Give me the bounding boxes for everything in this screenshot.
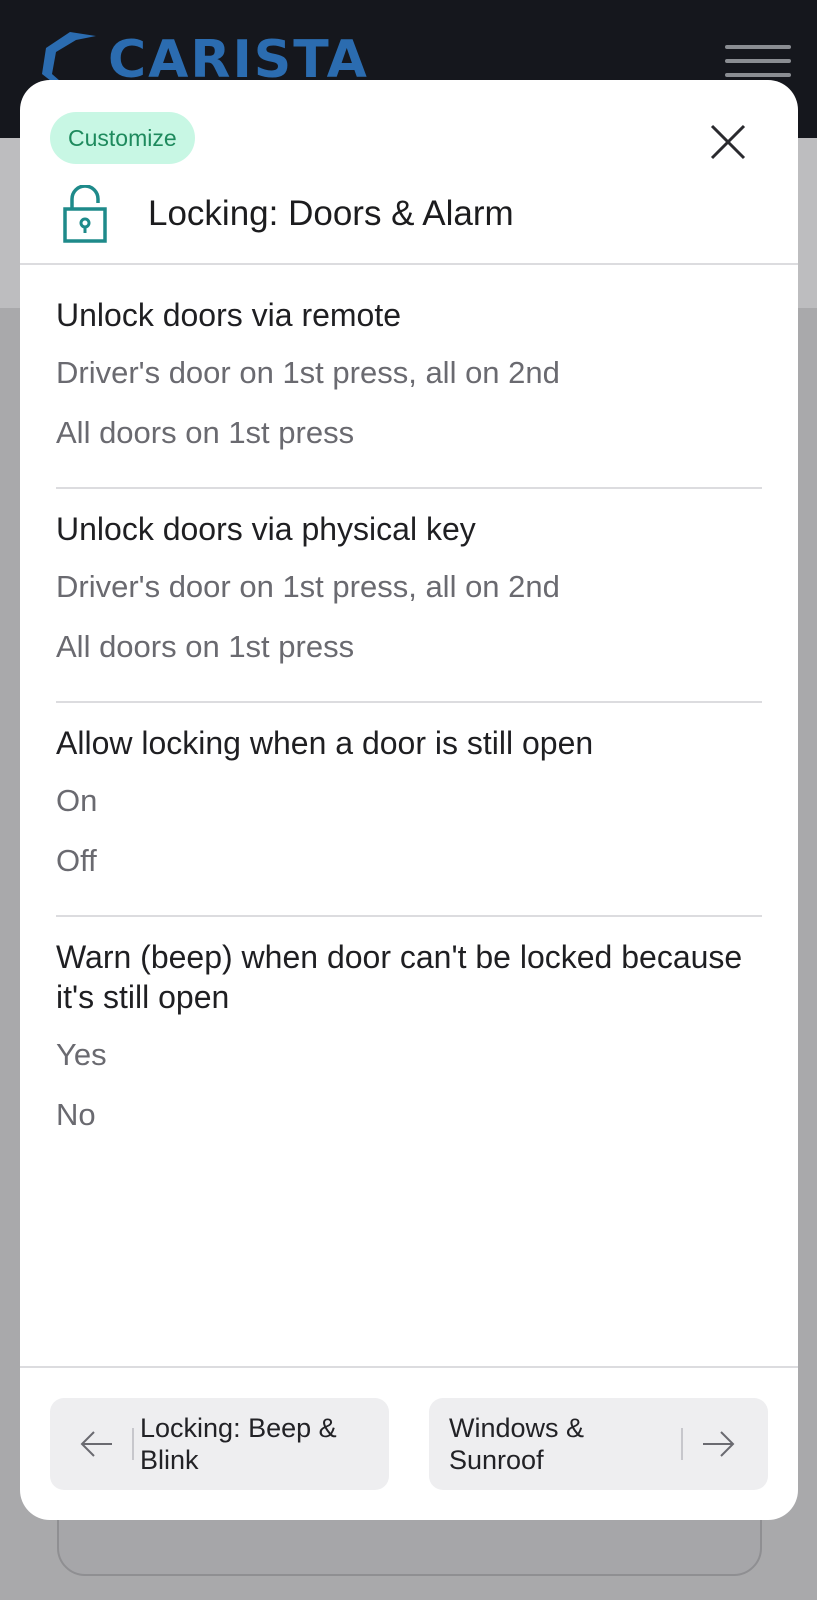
settings-list: Unlock doors via remote Driver's door on…	[20, 265, 798, 1169]
next-category-label: Windows & Sunroof	[449, 1413, 585, 1475]
divider	[681, 1428, 683, 1460]
setting-option[interactable]: All doors on 1st press	[56, 403, 762, 463]
setting-unlock-remote: Unlock doors via remote Driver's door on…	[56, 295, 762, 489]
setting-title: Allow locking when a door is still open	[56, 725, 594, 761]
arrow-right-icon	[703, 1431, 735, 1457]
arrow-left-icon	[80, 1431, 112, 1457]
setting-warn-beep: Warn (beep) when door can't be locked be…	[56, 937, 762, 1169]
setting-option[interactable]: Off	[56, 831, 762, 891]
settings-modal: Customize Locking: Doors & Alarm Unlock …	[20, 80, 798, 1520]
setting-option[interactable]: Driver's door on 1st press, all on 2nd	[56, 343, 762, 403]
setting-title: Unlock doors via physical key	[56, 511, 476, 547]
unlocked-padlock-icon	[62, 184, 108, 243]
setting-option[interactable]: Yes	[56, 1025, 762, 1085]
previous-category-label: Locking: Beep & Blink	[140, 1413, 337, 1475]
setting-option[interactable]: No	[56, 1085, 762, 1145]
previous-category-button[interactable]: Locking: Beep & Blink	[50, 1398, 389, 1490]
modal-footer: Locking: Beep & Blink Windows & Sunroof	[20, 1366, 798, 1520]
menu-icon[interactable]	[725, 45, 791, 77]
close-icon[interactable]	[708, 122, 748, 162]
setting-option[interactable]: All doors on 1st press	[56, 617, 762, 677]
setting-title: Unlock doors via remote	[56, 297, 402, 333]
next-category-button[interactable]: Windows & Sunroof	[429, 1398, 768, 1490]
setting-title: Warn (beep) when door can't be locked be…	[56, 939, 743, 1015]
divider	[132, 1428, 134, 1460]
modal-header: Customize Locking: Doors & Alarm	[20, 80, 798, 265]
setting-option[interactable]: Driver's door on 1st press, all on 2nd	[56, 557, 762, 617]
setting-allow-locking-open-door: Allow locking when a door is still open …	[56, 723, 762, 917]
customize-badge: Customize	[50, 112, 195, 164]
modal-title: Locking: Doors & Alarm	[148, 194, 514, 233]
setting-unlock-physical-key: Unlock doors via physical key Driver's d…	[56, 509, 762, 703]
setting-option[interactable]: On	[56, 771, 762, 831]
